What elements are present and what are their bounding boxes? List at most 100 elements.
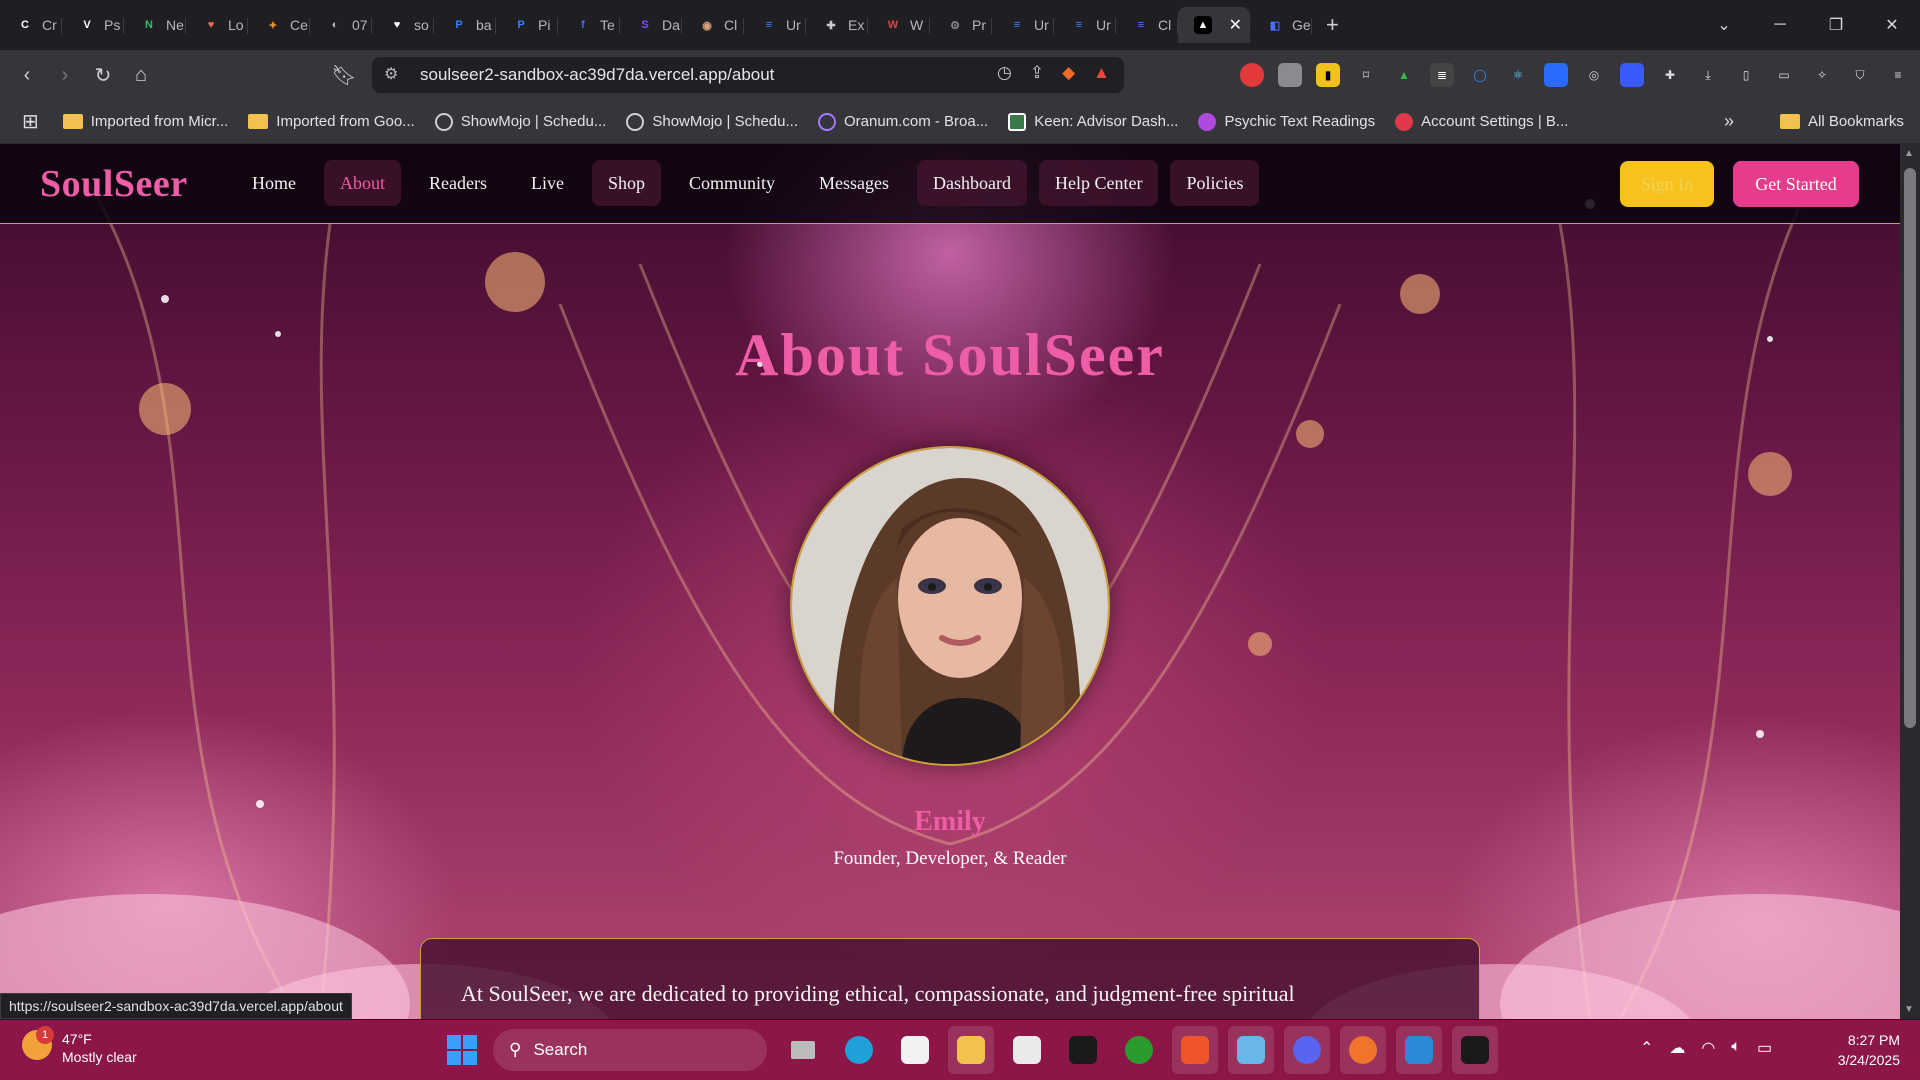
start-button[interactable]: [447, 1035, 477, 1065]
react-icon[interactable]: ⚛: [1506, 63, 1530, 87]
extension-icon[interactable]: [1240, 63, 1264, 87]
tab[interactable]: V Ps: [62, 7, 124, 43]
extension-icon[interactable]: ▮: [1316, 63, 1340, 87]
extension-icon[interactable]: [1620, 63, 1644, 87]
brave-shields-icon[interactable]: ◆: [1062, 63, 1075, 83]
task-view-app[interactable]: [780, 1026, 826, 1074]
nav-link-about[interactable]: About: [324, 160, 401, 206]
tab[interactable]: P Pi: [496, 7, 558, 43]
bookmark-icon[interactable]: ⌑: [1354, 63, 1378, 87]
brave-rewards-icon[interactable]: ▲: [1093, 63, 1110, 83]
tab[interactable]: Pba: [434, 7, 496, 43]
volume-icon[interactable]: 🔈︎: [1731, 1038, 1741, 1058]
nav-link-policies[interactable]: Policies: [1170, 160, 1260, 206]
figma-app[interactable]: [1452, 1026, 1498, 1074]
all-bookmarks[interactable]: All Bookmarks: [1780, 113, 1904, 130]
bookmark-item[interactable]: ShowMojo | Schedu...: [434, 112, 606, 131]
nav-link-home[interactable]: Home: [236, 160, 312, 206]
close-window-icon[interactable]: ✕: [1864, 15, 1920, 35]
discord-app[interactable]: [1284, 1026, 1330, 1074]
battery-icon[interactable]: ▭: [1757, 1038, 1772, 1058]
taskbar-search[interactable]: ⚲ Search: [493, 1029, 767, 1071]
store-app[interactable]: [892, 1026, 938, 1074]
site-logo[interactable]: SoulSeer: [40, 162, 188, 206]
nav-link-readers[interactable]: Readers: [413, 160, 503, 206]
tab[interactable]: ◧ Ge: [1250, 7, 1312, 43]
nav-link-messages[interactable]: Messages: [803, 160, 905, 206]
extension-icon[interactable]: ◯: [1468, 63, 1492, 87]
xbox-app[interactable]: [1116, 1026, 1162, 1074]
history-icon[interactable]: ◷: [997, 63, 1012, 83]
tab[interactable]: WW: [868, 7, 930, 43]
extension-icon[interactable]: ≣: [1430, 63, 1454, 87]
bookmark-item[interactable]: Keen: Advisor Dash...: [1008, 112, 1178, 131]
drive-icon[interactable]: ▲: [1392, 63, 1416, 87]
tab[interactable]: ≡ Ur: [744, 7, 806, 43]
sidebar-icon[interactable]: ▯: [1734, 63, 1758, 87]
app-icon[interactable]: [1340, 1026, 1386, 1074]
extension-icon[interactable]: [1278, 63, 1302, 87]
home-icon[interactable]: ⌂: [122, 64, 160, 87]
bookmark-item[interactable]: Imported from Micr...: [62, 113, 228, 130]
forward-icon[interactable]: ›: [46, 64, 84, 87]
tab[interactable]: ◐ 07: [310, 7, 372, 43]
reload-icon[interactable]: ↻: [84, 63, 122, 88]
edge-app[interactable]: [836, 1026, 882, 1074]
nav-link-dashboard[interactable]: Dashboard: [917, 160, 1027, 206]
restore-icon[interactable]: ❐: [1808, 15, 1864, 35]
weather-widget[interactable]: 1 47°F Mostly clear: [22, 1026, 137, 1066]
page-scrollbar[interactable]: ▲ ▼: [1900, 144, 1920, 1019]
bookmark-item[interactable]: ShowMojo | Schedu...: [626, 112, 798, 131]
wifi-icon[interactable]: ◠: [1701, 1038, 1715, 1058]
tab-active[interactable]: ▲ ✕: [1178, 7, 1250, 43]
bookmark-page-icon[interactable]: 🔖︎: [325, 63, 363, 88]
tab[interactable]: ✚ Ex: [806, 7, 868, 43]
wallet-icon[interactable]: ▭: [1772, 63, 1796, 87]
nav-link-help-center[interactable]: Help Center: [1039, 160, 1159, 206]
app-icon[interactable]: [1060, 1026, 1106, 1074]
tab[interactable]: C Cr: [0, 7, 62, 43]
notepad-app[interactable]: [1228, 1026, 1274, 1074]
nav-link-shop[interactable]: Shop: [591, 160, 661, 206]
nav-link-community[interactable]: Community: [673, 160, 791, 206]
puzzle-icon[interactable]: ✚: [1658, 63, 1682, 87]
sign-in-button[interactable]: Sign In: [1620, 161, 1714, 207]
bookmark-item[interactable]: Oranum.com - Broa...: [818, 112, 988, 131]
get-started-button[interactable]: Get Started: [1733, 161, 1859, 207]
download-icon[interactable]: ⤓: [1696, 63, 1720, 87]
bookmark-item[interactable]: Account Settings | B...: [1395, 112, 1568, 131]
bookmark-item[interactable]: Psychic Text Readings: [1198, 112, 1375, 131]
bookmark-item[interactable]: Imported from Goo...: [248, 113, 415, 130]
tab[interactable]: f Te: [558, 7, 620, 43]
tab[interactable]: ◉ Cl: [682, 7, 744, 43]
file-explorer-app[interactable]: [948, 1026, 994, 1074]
vscode-app[interactable]: [1396, 1026, 1442, 1074]
menu-icon[interactable]: ≡: [1886, 63, 1910, 87]
tab[interactable]: ≡ Cl: [1116, 7, 1178, 43]
share-icon[interactable]: ⇪: [1030, 63, 1044, 83]
address-bar[interactable]: ⚙ soulseer2-sandbox-ac39d7da.vercel.app/…: [372, 57, 1124, 93]
clock[interactable]: 8:27 PM 3/24/2025: [1838, 1030, 1900, 1070]
back-icon[interactable]: ‹: [8, 64, 46, 87]
nav-link-live[interactable]: Live: [515, 160, 580, 206]
new-tab-icon[interactable]: +: [1326, 12, 1339, 38]
extension-icon[interactable]: ◎: [1582, 63, 1606, 87]
onedrive-icon[interactable]: ☁: [1669, 1038, 1685, 1058]
amazon-app[interactable]: [1004, 1026, 1050, 1074]
apps-grid-icon[interactable]: ⊞: [22, 109, 39, 134]
more-bookmarks-icon[interactable]: »: [1724, 111, 1734, 132]
leo-ai-icon[interactable]: ✧: [1810, 63, 1834, 87]
tab-search-chevron-icon[interactable]: ⌄: [1696, 15, 1752, 35]
scroll-up-icon[interactable]: ▲: [1904, 148, 1914, 159]
brave-app[interactable]: [1172, 1026, 1218, 1074]
tray-chevron-icon[interactable]: ⌃: [1640, 1038, 1653, 1058]
scrollbar-thumb[interactable]: [1904, 168, 1916, 728]
tab[interactable]: S Da: [620, 7, 682, 43]
tab[interactable]: ♥ so: [372, 7, 434, 43]
minimize-icon[interactable]: ─: [1752, 16, 1808, 34]
vpn-icon[interactable]: ⛉: [1848, 63, 1872, 87]
scroll-down-icon[interactable]: ▼: [1904, 1004, 1914, 1015]
tab[interactable]: ≡ Ur: [1054, 7, 1116, 43]
extension-icon[interactable]: [1544, 63, 1568, 87]
tab[interactable]: ✦ Ce: [248, 7, 310, 43]
